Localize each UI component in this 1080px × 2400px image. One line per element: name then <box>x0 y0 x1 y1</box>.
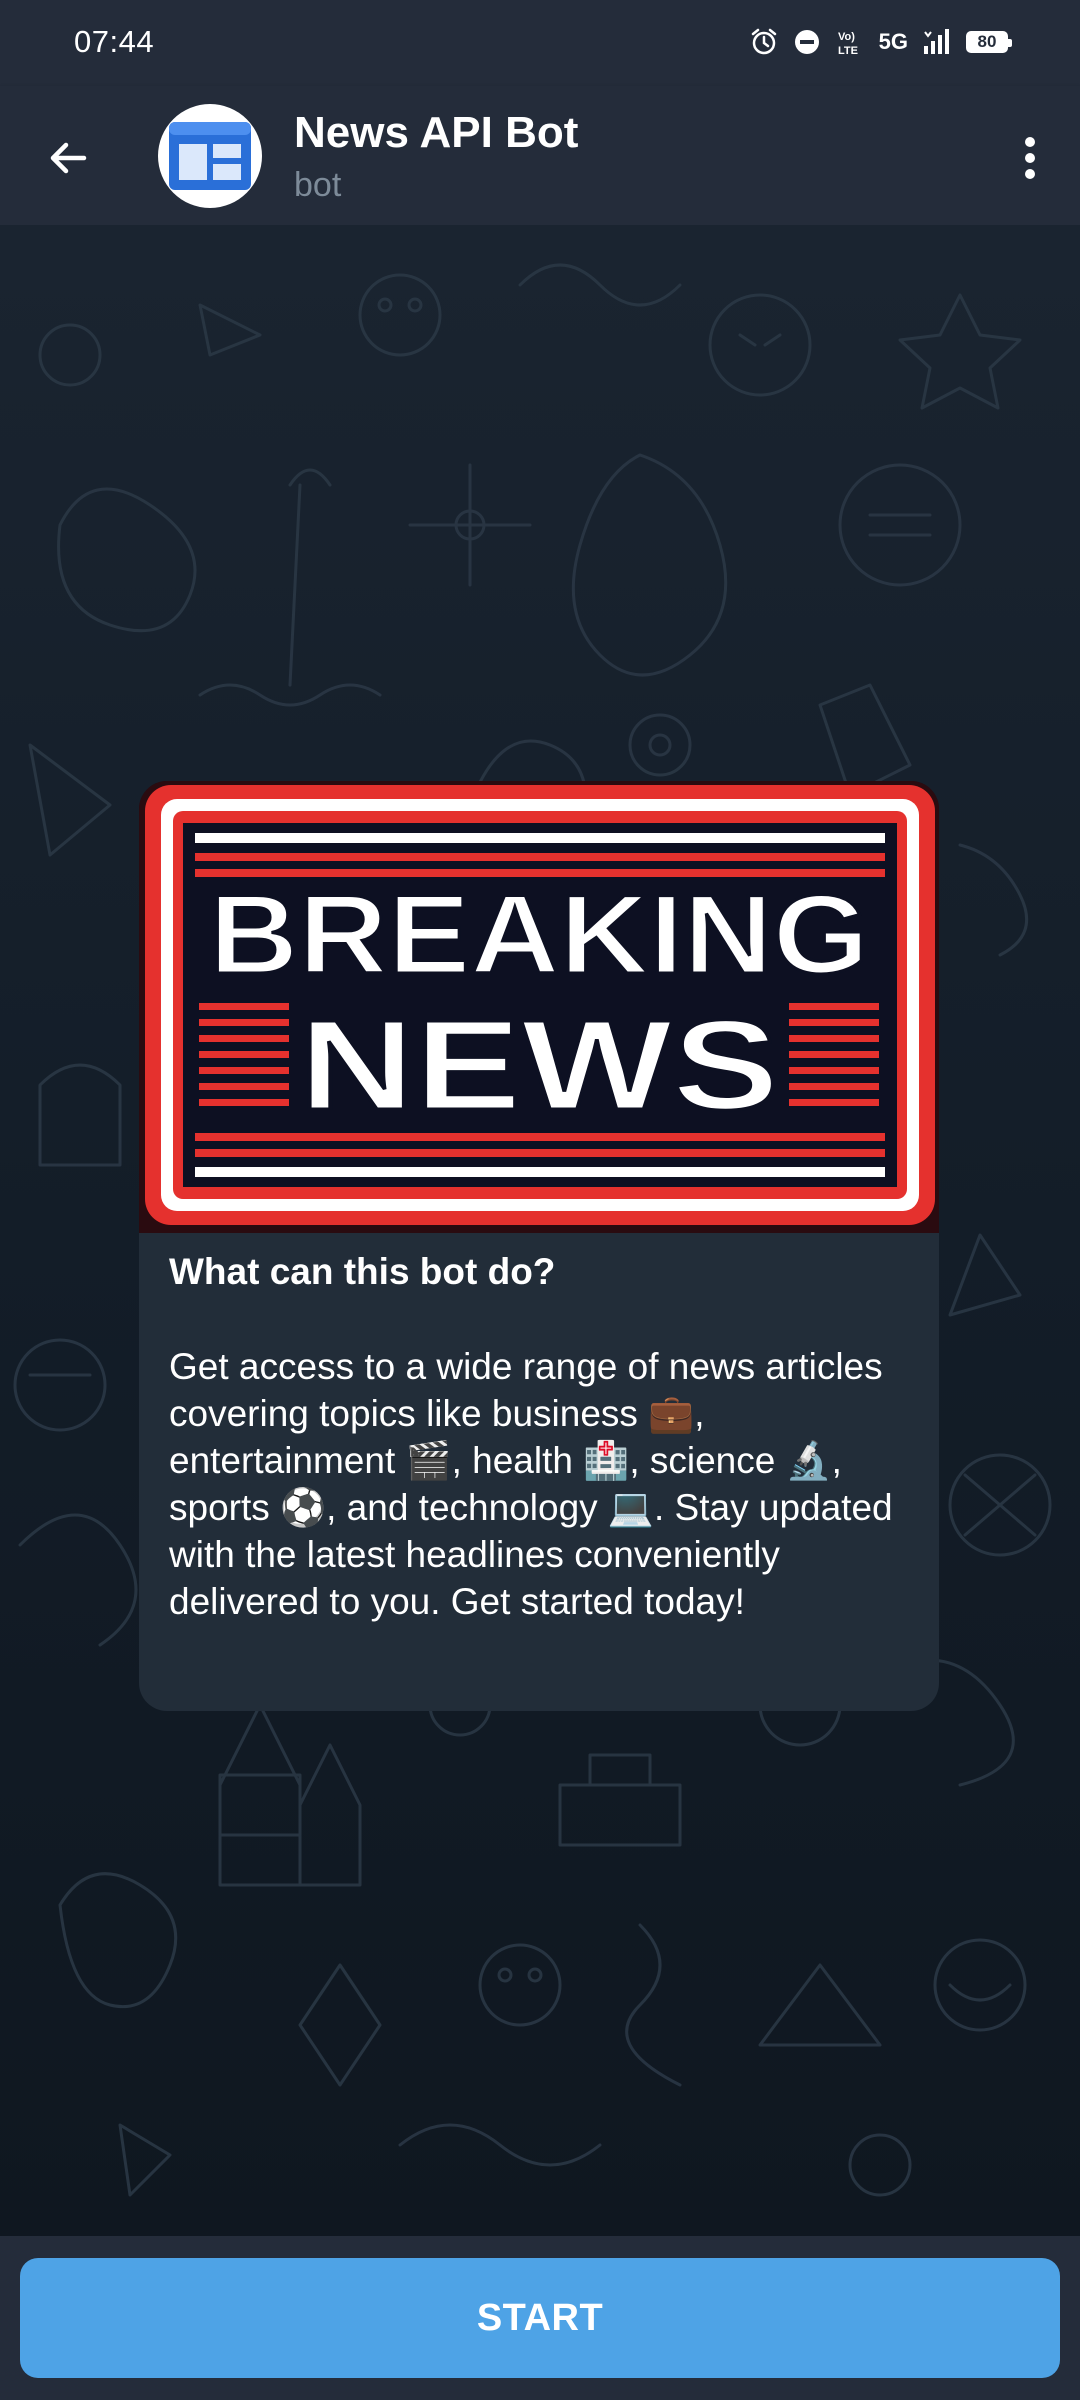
start-button[interactable]: START <box>20 2258 1060 2378</box>
more-vertical-icon <box>1025 137 1035 179</box>
svg-text:Vo): Vo) <box>838 31 855 43</box>
image-text-news: NEWS <box>299 994 779 1137</box>
volte-icon: Vo) LTE <box>838 31 858 57</box>
do-not-disturb-icon <box>794 30 819 54</box>
battery-icon: 80 <box>966 31 1012 53</box>
chat-title[interactable]: News API Bot <box>294 108 578 158</box>
chat-header: News API Bot bot <box>0 86 1080 225</box>
status-icons: Vo) LTE 5G 80 <box>749 22 1012 62</box>
bot-info-card: BREAKING NEWS What can this bot do? Get … <box>139 781 939 1711</box>
card-heading: What can this bot do? <box>169 1251 556 1292</box>
bot-avatar[interactable] <box>158 104 262 208</box>
status-bar: 07:44 Vo) LTE 5G 80 <box>0 0 1080 86</box>
breaking-news-image[interactable]: BREAKING NEWS <box>139 781 939 1233</box>
svg-text:LTE: LTE <box>838 45 858 57</box>
newspaper-icon <box>169 122 251 190</box>
chat-subtitle: bot <box>294 166 342 204</box>
chat-area[interactable]: BREAKING NEWS What can this bot do? Get … <box>0 225 1080 2236</box>
image-text-breaking: BREAKING <box>209 872 869 997</box>
alarm-icon <box>751 28 776 55</box>
screen: 07:44 Vo) LTE 5G 80 News API Bot bot BRE… <box>0 0 1080 2400</box>
back-button[interactable] <box>36 126 100 190</box>
signal-icon <box>924 29 949 54</box>
card-description: Get access to a wide range of news artic… <box>169 1346 893 1622</box>
battery-level: 80 <box>977 32 997 51</box>
arrow-left-icon <box>50 142 87 174</box>
network-label: 5G <box>878 29 908 54</box>
card-text: What can this bot do? Get access to a wi… <box>169 1251 914 1625</box>
more-menu-button[interactable] <box>1000 126 1060 190</box>
bottom-bar: START <box>0 2236 1080 2400</box>
status-time: 07:44 <box>74 24 155 59</box>
